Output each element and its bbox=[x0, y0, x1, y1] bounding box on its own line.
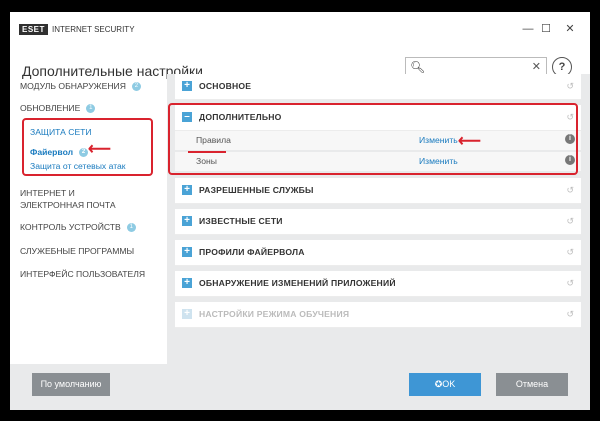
sidebar-item-detection[interactable]: МОДУЛЬ ОБНАРУЖЕНИЯ 2 bbox=[20, 80, 141, 92]
reset-icon[interactable]: ↺ bbox=[566, 278, 574, 289]
rules-underline bbox=[188, 151, 226, 153]
advanced-highlight-box bbox=[168, 103, 578, 175]
eset-logo: ESET bbox=[19, 24, 48, 35]
sidebar-item-internet-email[interactable]: ИНТЕРНЕТ И ЭЛЕКТРОННАЯ ПОЧТА bbox=[20, 187, 140, 211]
clear-search-icon[interactable]: ✕ bbox=[532, 60, 541, 73]
sidebar-item-update[interactable]: ОБНОВЛЕНИЕ 1 bbox=[20, 102, 96, 114]
expand-icon: + bbox=[182, 81, 192, 91]
cancel-button[interactable]: Отмена bbox=[496, 373, 568, 396]
minimize-button[interactable]: — bbox=[520, 21, 536, 37]
section-label: ОСНОВНОЕ bbox=[199, 81, 252, 91]
reset-icon[interactable]: ↺ bbox=[566, 247, 574, 258]
sidebar-item-label: КОНТРОЛЬ УСТРОЙСТВ bbox=[20, 222, 121, 232]
settings-window: ESET INTERNET SECURITY — ☐ ✕ Дополнитель… bbox=[10, 12, 590, 410]
expand-icon: + bbox=[182, 185, 192, 195]
sidebar-item-user-interface[interactable]: ИНТЕРФЕЙС ПОЛЬЗОВАТЕЛЯ bbox=[20, 268, 145, 280]
arrow-left-icon: ⟵ bbox=[458, 133, 481, 150]
product-name: INTERNET SECURITY bbox=[52, 25, 135, 34]
expand-icon: + bbox=[182, 216, 192, 226]
section-label: НАСТРОЙКИ РЕЖИМА ОБУЧЕНИЯ bbox=[199, 309, 350, 319]
count-badge: 1 bbox=[126, 223, 136, 233]
section-app-modification-detection[interactable]: + ОБНАРУЖЕНИЕ ИЗМЕНЕНИЙ ПРИЛОЖЕНИЙ ↺ bbox=[175, 271, 581, 297]
section-basic[interactable]: + ОСНОВНОЕ ↺ bbox=[175, 74, 581, 100]
footer: По умолчанию ✪OK Отмена bbox=[10, 364, 590, 410]
count-badge: 2 bbox=[131, 82, 141, 92]
sidebar-item-label: ИНТЕРНЕТ И ЭЛЕКТРОННАЯ ПОЧТА bbox=[20, 188, 116, 210]
reset-icon[interactable]: ↺ bbox=[566, 216, 574, 227]
section-label: ИЗВЕСТНЫЕ СЕТИ bbox=[199, 216, 283, 226]
reset-icon[interactable]: ↺ bbox=[566, 81, 574, 92]
sidebar-item-device-control[interactable]: КОНТРОЛЬ УСТРОЙСТВ 1 bbox=[20, 221, 136, 233]
section-label: ПРОФИЛИ ФАЙЕРВОЛА bbox=[199, 247, 305, 257]
search-icon: 🔍︎ bbox=[410, 60, 426, 74]
section-allowed-services[interactable]: + РАЗРЕШЕННЫЕ СЛУЖБЫ ↺ bbox=[175, 178, 581, 204]
close-button[interactable]: ✕ bbox=[562, 21, 578, 37]
default-button[interactable]: По умолчанию bbox=[32, 373, 110, 396]
ok-label: OK bbox=[442, 379, 456, 389]
expand-icon: + bbox=[182, 309, 192, 319]
count-badge: 1 bbox=[86, 104, 96, 114]
section-known-networks[interactable]: + ИЗВЕСТНЫЕ СЕТИ ↺ bbox=[175, 209, 581, 235]
section-learning-mode: + НАСТРОЙКИ РЕЖИМА ОБУЧЕНИЯ ↺ bbox=[175, 302, 581, 328]
title-bar: ESET INTERNET SECURITY — ☐ ✕ bbox=[10, 12, 590, 46]
reset-icon: ↺ bbox=[566, 309, 574, 319]
sidebar-item-label: МОДУЛЬ ОБНАРУЖЕНИЯ bbox=[20, 81, 126, 91]
sidebar-item-label: ОБНОВЛЕНИЕ bbox=[20, 103, 81, 113]
sidebar-item-label: СЛУЖЕБНЫЕ ПРОГРАММЫ bbox=[20, 246, 135, 256]
maximize-button[interactable]: ☐ bbox=[538, 21, 554, 37]
arrow-left-icon: ⟵ bbox=[88, 141, 111, 158]
ok-button[interactable]: ✪OK bbox=[409, 373, 481, 396]
section-label: РАЗРЕШЕННЫЕ СЛУЖБЫ bbox=[199, 185, 314, 195]
section-label: ОБНАРУЖЕНИЕ ИЗМЕНЕНИЙ ПРИЛОЖЕНИЙ bbox=[199, 278, 396, 288]
sidebar-item-label: ИНТЕРФЕЙС ПОЛЬЗОВАТЕЛЯ bbox=[20, 269, 146, 279]
sidebar-item-tools[interactable]: СЛУЖЕБНЫЕ ПРОГРАММЫ bbox=[20, 245, 134, 257]
expand-icon: + bbox=[182, 278, 192, 288]
reset-icon[interactable]: ↺ bbox=[566, 185, 574, 196]
expand-icon: + bbox=[182, 247, 192, 257]
search-input[interactable] bbox=[424, 60, 524, 74]
section-firewall-profiles[interactable]: + ПРОФИЛИ ФАЙЕРВОЛА ↺ bbox=[175, 240, 581, 266]
